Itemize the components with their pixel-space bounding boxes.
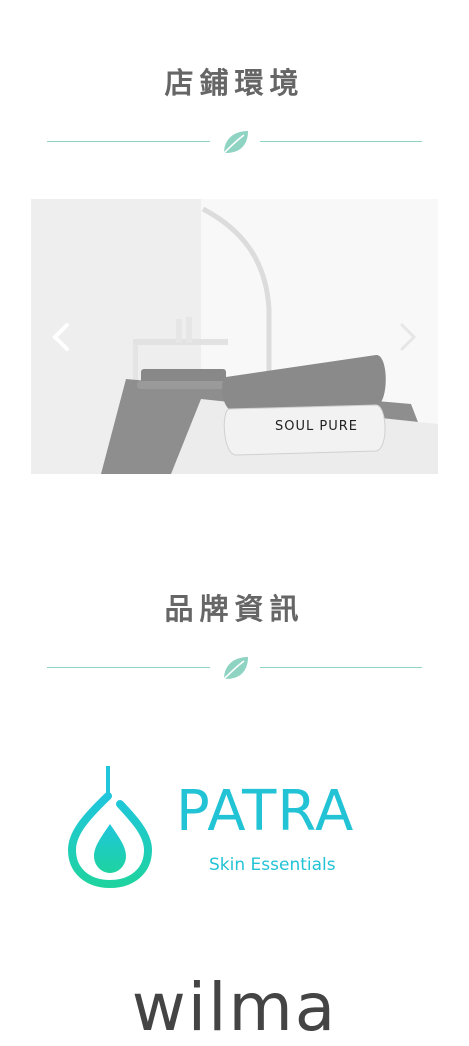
wilma-logo[interactable]: wilma <box>0 975 469 1041</box>
patra-brand-name: PATRA <box>176 779 355 844</box>
chevron-right-icon[interactable] <box>396 317 420 357</box>
divider-line <box>260 141 422 142</box>
towel-label: SOUL PURE <box>275 419 358 434</box>
store-photo-carousel[interactable]: SOUL PURE <box>31 199 438 474</box>
brands-section-title: 品牌資訊 <box>164 592 305 626</box>
divider-line <box>47 141 210 142</box>
divider-line <box>47 667 210 668</box>
section-divider <box>47 127 422 157</box>
section-divider <box>47 653 422 683</box>
leaf-icon <box>223 131 248 154</box>
divider-line <box>260 667 422 668</box>
patra-logo[interactable]: PATRA Skin Essentials <box>68 764 398 889</box>
store-photo <box>31 199 438 474</box>
store-section-title: 店鋪環境 <box>164 66 305 100</box>
leaf-icon <box>223 657 248 680</box>
water-drop-icon <box>68 766 153 889</box>
patra-tagline: Skin Essentials <box>209 855 336 875</box>
chevron-left-icon[interactable] <box>49 317 73 357</box>
